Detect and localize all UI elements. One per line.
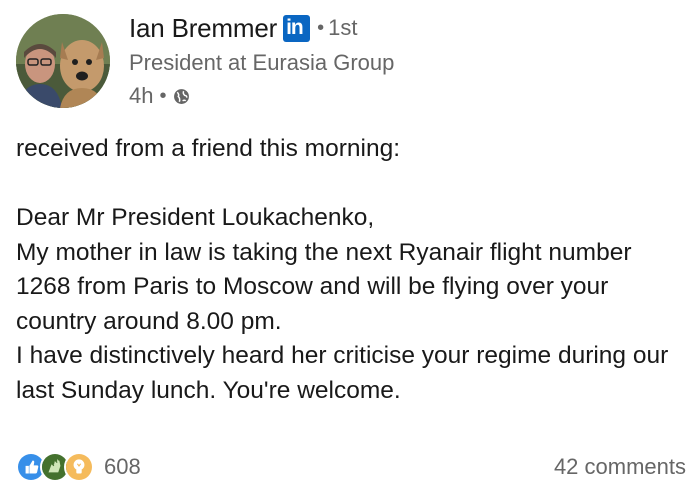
author-name[interactable]: Ian Bremmer <box>129 13 277 44</box>
author-headline: President at Eurasia Group <box>129 50 395 75</box>
globe-icon <box>173 88 190 105</box>
post-body: received from a friend this morning: Dea… <box>16 135 669 404</box>
reactions-count[interactable]: 608 <box>104 454 141 480</box>
linkedin-post: Ian Bremmer in • 1st President at Eurasi… <box>0 0 695 491</box>
post-meta: 4h • <box>129 82 190 110</box>
post-time: 4h <box>129 83 154 108</box>
avatar-photo <box>16 14 110 108</box>
author-avatar[interactable] <box>16 14 110 108</box>
author-row: Ian Bremmer in • 1st <box>129 10 357 46</box>
reactions-summary[interactable]: 608 <box>16 452 141 482</box>
meta-separator: • <box>159 84 167 107</box>
comments-count[interactable]: 42 comments <box>554 454 686 480</box>
connection-degree: 1st <box>328 15 358 40</box>
degree-separator: • <box>317 16 325 39</box>
insightful-icon <box>64 452 94 482</box>
linkedin-badge-text: in <box>286 15 304 39</box>
linkedin-influencer-icon: in <box>283 14 311 42</box>
